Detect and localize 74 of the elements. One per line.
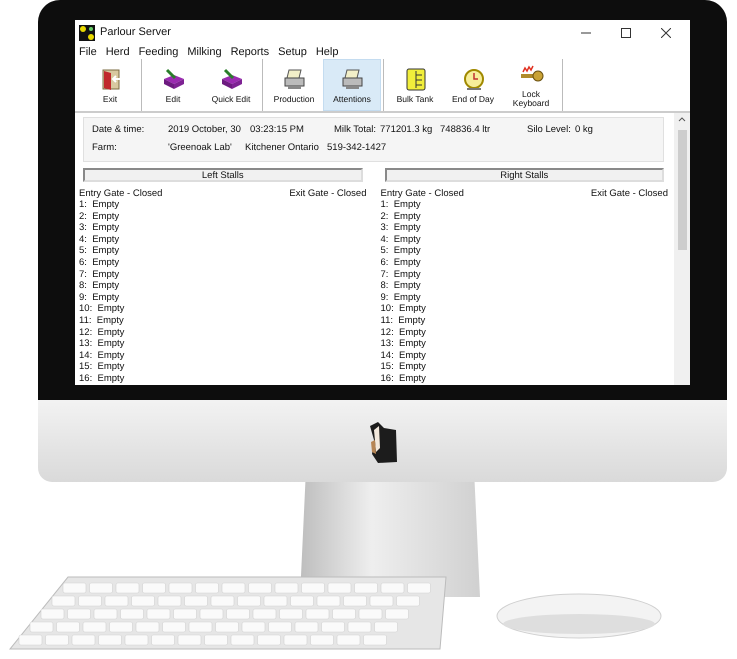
gate-status: Exit Gate - Closed <box>590 188 668 200</box>
info-text: Date & time: <box>92 123 146 137</box>
toolbar-button[interactable]: Exit <box>81 59 139 111</box>
info-text: 2019 October, 30 <box>168 123 242 137</box>
toolbar-button[interactable]: Lock Keyboard <box>502 59 560 111</box>
gate-status: Entry Gate - Closed <box>380 188 464 200</box>
toolbar-button[interactable]: Bulk Tank <box>386 59 444 111</box>
maximize-icon <box>621 28 631 38</box>
info-text: Milk Total: <box>332 123 376 137</box>
stall-row-text: 9: Empty <box>79 292 120 304</box>
stall-row-text: 3: Empty <box>79 222 120 234</box>
info-text: 748836.4 ltr <box>440 123 492 137</box>
stall-row-text: 12: Empty <box>380 326 427 338</box>
menu-item[interactable]: Reports <box>230 45 270 59</box>
menu-item[interactable]: File <box>79 45 97 59</box>
stall-row-text: 10: Empty <box>79 303 126 316</box>
stall-row-text: 2: Empty <box>79 210 120 222</box>
stall-row-text: 11: Empty <box>79 315 125 327</box>
stall-row-text: 1: Empty <box>79 199 120 211</box>
stall-row-text: 5: Empty <box>79 245 120 258</box>
toolbar-button[interactable]: Attentions <box>323 59 381 111</box>
stall-row-text: 15: Empty <box>79 361 126 373</box>
info-text: Farm: <box>92 141 118 156</box>
stall-row-text: 11: Empty <box>380 315 426 327</box>
scroll-up-icon <box>678 116 686 122</box>
stall-row-text: 16: Empty <box>79 373 126 385</box>
stall-row-text: 10: Empty <box>380 303 427 316</box>
scrollbar[interactable] <box>674 113 690 385</box>
toolbar-button[interactable]: Quick Edit <box>202 59 260 111</box>
stall-row-text: 4: Empty <box>380 234 422 246</box>
stall-row-text: 13: Empty <box>79 338 126 350</box>
stall-row-text: 13: Empty <box>380 338 427 350</box>
info-text: 'Greenoak Lab' <box>168 141 233 156</box>
menu-item[interactable]: Herd <box>106 45 130 59</box>
toolbar-button[interactable]: End of Day <box>444 59 502 111</box>
stall-row-text: 5: Empty <box>380 245 422 258</box>
stall-row-text: 14: Empty <box>79 350 126 362</box>
info-text: 771201.3 kg <box>380 123 434 137</box>
stall-panel-header: Left Stalls <box>83 168 362 182</box>
stall-row-text: 2: Empty <box>380 210 422 222</box>
window-title: Parlour Server <box>100 25 171 40</box>
stall-row-text: 14: Empty <box>380 350 427 362</box>
stall-row-text: 8: Empty <box>380 280 422 292</box>
gate-status: Exit Gate - Closed <box>289 188 366 200</box>
info-text: Kitchener Ontario <box>245 141 320 156</box>
close-icon <box>661 28 671 38</box>
stall-row-text: 4: Empty <box>79 234 120 246</box>
app-icon <box>79 24 95 40</box>
menu-item[interactable]: Setup <box>278 45 307 59</box>
info-text: 0 kg <box>575 123 594 137</box>
scrollbar-thumb[interactable] <box>678 130 686 250</box>
stall-row-text: 8: Empty <box>79 280 120 292</box>
printer-icon <box>282 66 306 92</box>
stall-panel-header: Right Stalls <box>384 168 664 182</box>
stall-row-text: 15: Empty <box>380 361 427 373</box>
menu-item[interactable]: Help <box>316 45 338 59</box>
stall-row-text: 12: Empty <box>79 326 126 338</box>
info-text: Silo Level: <box>527 123 572 137</box>
stall-row-text: 16: Empty <box>380 373 427 385</box>
toolbar-button[interactable]: Edit <box>144 59 202 111</box>
stall-row-text: 7: Empty <box>79 268 120 280</box>
menu-item[interactable]: Feeding <box>138 45 178 59</box>
menu-item[interactable]: Milking <box>187 45 222 59</box>
info-text: 03:23:15 PM <box>250 123 305 137</box>
stall-row-text: 1: Empty <box>380 199 422 211</box>
printer-icon <box>340 66 364 92</box>
gate-status: Entry Gate - Closed <box>79 188 162 200</box>
stall-row-text: 6: Empty <box>79 257 120 269</box>
stall-row-text: 9: Empty <box>380 292 422 304</box>
stall-row-text: 6: Empty <box>380 257 422 269</box>
stall-row-text: 7: Empty <box>380 268 422 280</box>
stall-row-text: 3: Empty <box>380 222 422 234</box>
info-text: 519-342-1427 <box>327 141 388 156</box>
toolbar-button[interactable]: Production <box>265 59 323 111</box>
